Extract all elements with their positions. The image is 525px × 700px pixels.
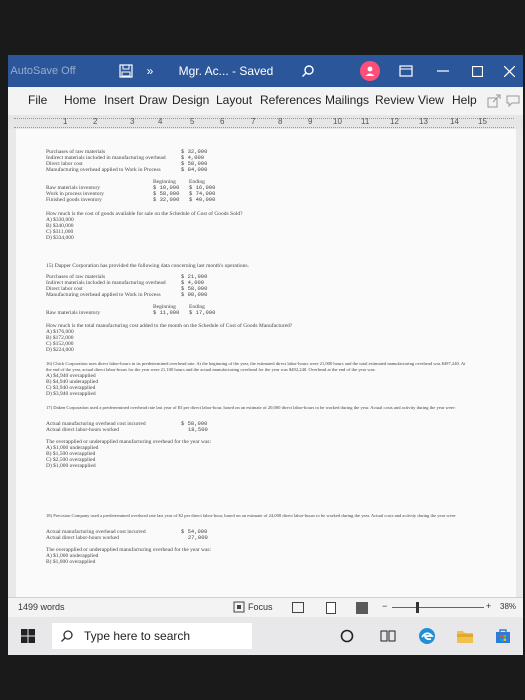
tab-mailings[interactable]: Mailings	[325, 93, 369, 107]
comments-icon[interactable]	[505, 93, 521, 109]
zoom-slider-thumb[interactable]	[416, 602, 419, 613]
search-icon	[61, 630, 73, 642]
doc-value: $ 17,000	[189, 309, 216, 316]
doc-option: D) $3,940 overapplied	[46, 391, 96, 397]
windows-start-icon[interactable]	[20, 628, 36, 644]
document-title[interactable]: Mgr. Ac... - Saved	[176, 55, 276, 87]
store-icon[interactable]	[494, 628, 512, 644]
close-button[interactable]	[496, 55, 522, 87]
doc-line: Raw materials inventory	[46, 310, 101, 316]
focus-button[interactable]: Focus	[233, 601, 273, 613]
save-icon[interactable]	[116, 55, 136, 87]
ruler-mark: 15	[478, 117, 487, 126]
ruler-mark: 1	[63, 117, 68, 126]
minimize-button[interactable]	[430, 55, 456, 87]
doc-value: $ 40,000	[189, 196, 216, 203]
ruler-mark: 7	[251, 117, 256, 126]
share-icon[interactable]	[486, 93, 502, 109]
ruler-mark: 6	[220, 117, 225, 126]
ruler-mark: 5	[190, 117, 195, 126]
title-bar: AutoSave Off » Mgr. Ac... - Saved	[8, 55, 523, 87]
ribbon-tabs: File Home Insert Draw Design Layout Refe…	[8, 87, 523, 116]
doc-question: 18) Precision Company used a predetermin…	[46, 513, 457, 518]
doc-value: 18,500	[188, 426, 208, 433]
zoom-level[interactable]: 38%	[500, 602, 516, 611]
file-explorer-icon[interactable]	[456, 628, 474, 644]
print-layout-icon[interactable]	[326, 602, 336, 614]
search-icon[interactable]	[298, 55, 318, 87]
doc-line: Manufacturing overhead applied to Work i…	[46, 292, 161, 298]
ruler-mark: 9	[308, 117, 313, 126]
doc-value: $ 32,000	[153, 196, 180, 203]
word-window: AutoSave Off » Mgr. Ac... - Saved File H…	[8, 55, 523, 655]
tab-references[interactable]: References	[260, 93, 321, 107]
doc-value: 27,000	[188, 534, 208, 541]
edge-browser-icon[interactable]	[418, 627, 436, 645]
doc-option: D) $224,000	[46, 347, 74, 353]
doc-value: $ 84,000	[181, 166, 208, 173]
horizontal-ruler[interactable]: 1 2 3 4 5 6 7 8 9 10 11 12 13 14 15	[8, 115, 523, 130]
tab-layout[interactable]: Layout	[216, 93, 252, 107]
ruler-mark: 4	[158, 117, 163, 126]
document-area[interactable]: Purchases of raw materials Indirect mate…	[8, 129, 523, 597]
ribbon-display-options-icon[interactable]	[396, 55, 416, 87]
zoom-in-button[interactable]: +	[486, 601, 491, 611]
document-page[interactable]: Purchases of raw materials Indirect mate…	[16, 129, 516, 597]
tab-home[interactable]: Home	[64, 93, 96, 107]
autosave-state: Off	[61, 65, 76, 77]
maximize-button[interactable]	[464, 55, 490, 87]
doc-option: D) $334,000	[46, 235, 74, 241]
doc-line: Manufacturing overhead applied to Work i…	[46, 167, 161, 173]
doc-option: B) $1,000 overapplied	[46, 559, 96, 565]
word-count[interactable]: 1499 words	[18, 602, 65, 612]
doc-line: Finished goods inventory	[46, 197, 102, 203]
ruler-mark: 13	[419, 117, 428, 126]
doc-line: Actual direct labor-hours worked	[46, 427, 120, 433]
focus-label: Focus	[248, 602, 273, 612]
autosave-toggle[interactable]: AutoSave Off	[8, 55, 78, 87]
status-bar: 1499 words Focus − + 38%	[8, 597, 523, 618]
autosave-label: AutoSave	[10, 65, 59, 77]
doc-question: How much is the cost of goods available …	[46, 211, 243, 217]
doc-question: How much is the total manufacturing cost…	[46, 323, 293, 329]
doc-value: $ 11,000	[153, 309, 180, 316]
tab-design[interactable]: Design	[172, 93, 209, 107]
tab-help[interactable]: Help	[452, 93, 477, 107]
doc-value: $ 98,000	[181, 291, 208, 298]
tab-insert[interactable]: Insert	[104, 93, 134, 107]
focus-icon	[233, 601, 245, 613]
ruler-mark: 3	[130, 117, 135, 126]
doc-option: D) $1,000 overapplied	[46, 463, 96, 469]
tab-draw[interactable]: Draw	[139, 93, 167, 107]
read-mode-icon[interactable]	[292, 602, 304, 613]
ruler-mark: 12	[390, 117, 399, 126]
search-placeholder: Type here to search	[84, 629, 191, 643]
tab-review[interactable]: Review	[375, 93, 414, 107]
doc-question: 15) Dapper Corporation has provided the …	[46, 263, 249, 269]
zoom-out-button[interactable]: −	[382, 601, 387, 611]
task-view-icon[interactable]	[380, 629, 396, 643]
doc-line: Actual direct labor-hours worked	[46, 535, 120, 541]
ruler-mark: 10	[333, 117, 342, 126]
ruler-mark: 2	[93, 117, 98, 126]
more-commands-button[interactable]: »	[142, 55, 158, 87]
tab-file[interactable]: File	[28, 93, 47, 107]
tab-view[interactable]: View	[418, 93, 444, 107]
windows-taskbar: Type here to search	[8, 617, 523, 655]
ruler-mark: 14	[450, 117, 459, 126]
cortana-icon[interactable]	[340, 629, 354, 643]
doc-question: 17) Daken Corporation used a predetermin…	[46, 405, 456, 410]
ruler-mark: 8	[278, 117, 283, 126]
web-layout-icon[interactable]	[356, 602, 368, 614]
zoom-slider[interactable]	[392, 602, 484, 613]
ruler-mark: 11	[361, 117, 370, 126]
account-avatar-icon[interactable]	[358, 55, 382, 87]
taskbar-search-box[interactable]: Type here to search	[52, 623, 252, 649]
